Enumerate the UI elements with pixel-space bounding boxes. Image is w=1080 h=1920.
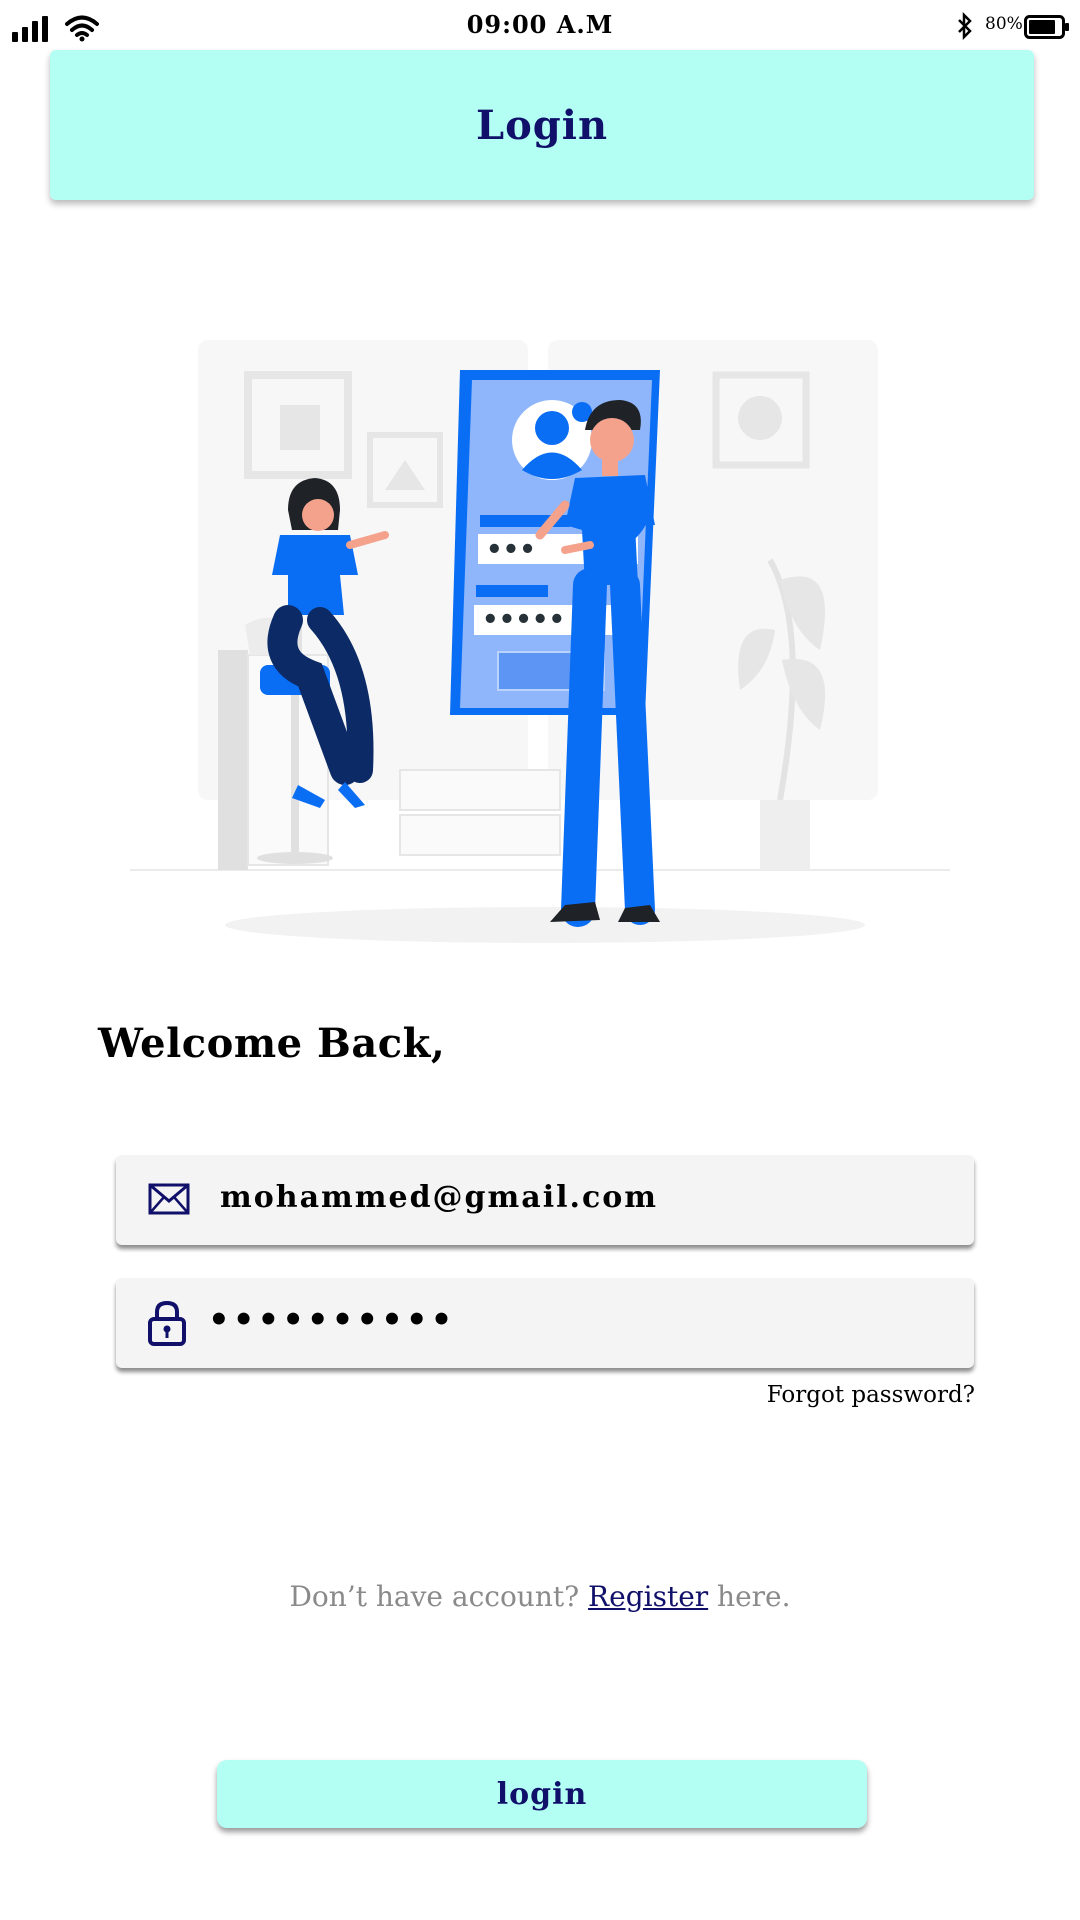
forgot-password-link[interactable]: Forgot password? (767, 1382, 975, 1408)
illus-pin-dots: ••••• (482, 605, 565, 635)
battery-icon (1024, 15, 1069, 39)
login-button[interactable]: login (217, 1760, 867, 1828)
page-title: Login (475, 101, 609, 149)
password-field[interactable]: •••••••••• (116, 1278, 974, 1368)
password-input[interactable]: •••••••••• (208, 1300, 455, 1340)
register-suffix: here. (708, 1580, 791, 1613)
register-link[interactable]: Register (588, 1580, 708, 1613)
register-prefix: Don’t have account? (289, 1580, 589, 1613)
status-bar: 09:00 A.M 80% (0, 0, 1080, 54)
status-time: 09:00 A.M (466, 10, 614, 39)
battery-percentage: 80% (985, 14, 1023, 34)
email-field[interactable]: mohammed@gmail.com (116, 1155, 974, 1245)
app-header: Login (50, 50, 1034, 200)
register-prompt: Don’t have account? Register here. (0, 1580, 1080, 1613)
lock-icon (148, 1300, 186, 1346)
login-illustration: ••• ••••• (130, 340, 950, 943)
mail-icon (148, 1183, 190, 1215)
welcome-heading: Welcome Back, (98, 1020, 446, 1067)
illus-password-dots: ••• (486, 535, 536, 565)
bluetooth-icon (958, 12, 972, 40)
email-input[interactable]: mohammed@gmail.com (220, 1180, 658, 1215)
